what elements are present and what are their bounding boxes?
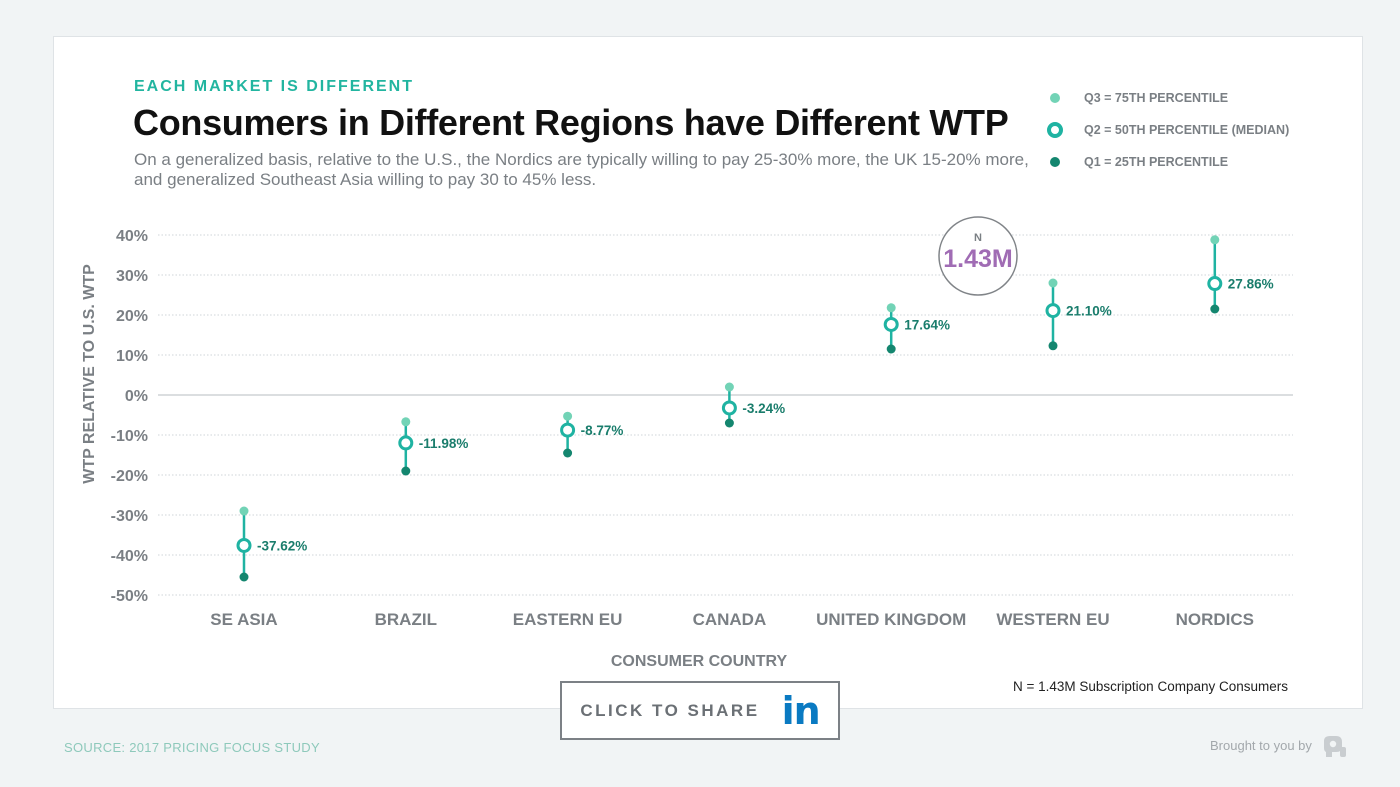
n-badge-value: 1.43M bbox=[943, 245, 1012, 273]
x-tick-label: EASTERN EU bbox=[513, 610, 623, 629]
median-point bbox=[721, 400, 737, 416]
y-tick-label: -30% bbox=[111, 508, 148, 525]
median-data-label: -8.77% bbox=[581, 423, 624, 438]
q1-point bbox=[401, 466, 411, 476]
x-tick-label: WESTERN EU bbox=[996, 610, 1109, 629]
brought-by-label: Brought to you by bbox=[1210, 738, 1312, 753]
share-linkedin-button[interactable]: CLICK TO SHARE in bbox=[560, 681, 840, 740]
x-tick-label: NORDICS bbox=[1176, 610, 1254, 629]
sample-size-note: N = 1.43M Subscription Company Consumers bbox=[1013, 679, 1288, 694]
median-point bbox=[1045, 303, 1061, 319]
n-badge-label: N bbox=[974, 232, 982, 244]
range-group-nordics: 27.86% bbox=[1207, 235, 1274, 314]
x-tick-label: BRAZIL bbox=[375, 610, 437, 629]
median-data-label: -11.98% bbox=[419, 436, 469, 451]
q3-point bbox=[1048, 278, 1058, 288]
y-tick-label: 40% bbox=[116, 228, 148, 245]
y-tick-label: -40% bbox=[111, 548, 148, 565]
range-group-se-asia: -37.62% bbox=[236, 506, 307, 582]
y-tick-label: -50% bbox=[111, 588, 148, 605]
source-note: SOURCE: 2017 PRICING FOCUS STUDY bbox=[64, 740, 320, 755]
x-tick-label: SE ASIA bbox=[210, 610, 277, 629]
median-point bbox=[398, 435, 414, 451]
q1-point bbox=[886, 344, 896, 354]
q1-point bbox=[1210, 304, 1220, 314]
range-group-canada: -3.24% bbox=[721, 382, 785, 428]
q1-point bbox=[724, 418, 734, 428]
y-tick-label: 30% bbox=[116, 268, 148, 285]
median-point bbox=[1207, 276, 1223, 292]
range-group-western-eu: 21.10% bbox=[1045, 278, 1112, 351]
q3-point bbox=[401, 417, 411, 427]
share-label: CLICK TO SHARE bbox=[580, 700, 760, 720]
n-badge: N 1.43M bbox=[938, 216, 1018, 296]
y-tick-label: -10% bbox=[111, 428, 148, 445]
x-axis-label: CONSUMER COUNTRY bbox=[611, 653, 788, 670]
median-data-label: 21.10% bbox=[1066, 304, 1112, 319]
range-group-brazil: -11.98% bbox=[398, 417, 469, 476]
median-data-label: -3.24% bbox=[742, 401, 785, 416]
x-tick-label: CANADA bbox=[693, 610, 767, 629]
range-group-united-kingdom: 17.64% bbox=[883, 303, 950, 354]
y-tick-label: -20% bbox=[111, 468, 148, 485]
range-group-eastern-eu: -8.77% bbox=[560, 411, 624, 458]
y-tick-label: 10% bbox=[116, 348, 148, 365]
q3-point bbox=[239, 506, 249, 516]
range-dot-chart: 40% 30% 20% 10% 0% -10% -20% -30% -40% -50% WTP R… bbox=[81, 216, 1293, 670]
q1-point bbox=[239, 572, 249, 582]
median-point bbox=[236, 537, 252, 553]
y-tick-label: 0% bbox=[125, 388, 148, 405]
median-point bbox=[560, 422, 576, 438]
q3-point bbox=[563, 411, 573, 421]
y-axis-label: WTP RELATIVE TO U.S. WTP bbox=[81, 264, 98, 484]
median-data-label: -37.62% bbox=[257, 538, 307, 553]
q1-point bbox=[563, 448, 573, 458]
median-point bbox=[883, 316, 899, 332]
median-data-label: 27.86% bbox=[1228, 277, 1274, 292]
brand-logo-icon bbox=[1324, 736, 1346, 757]
q3-point bbox=[1210, 235, 1220, 245]
x-tick-label: UNITED KINGDOM bbox=[816, 610, 966, 629]
linkedin-icon: in bbox=[781, 688, 821, 733]
q3-point bbox=[724, 382, 734, 392]
q1-point bbox=[1048, 341, 1058, 351]
y-tick-label: 20% bbox=[116, 308, 148, 325]
median-data-label: 17.64% bbox=[904, 317, 950, 332]
q3-point bbox=[886, 303, 896, 313]
